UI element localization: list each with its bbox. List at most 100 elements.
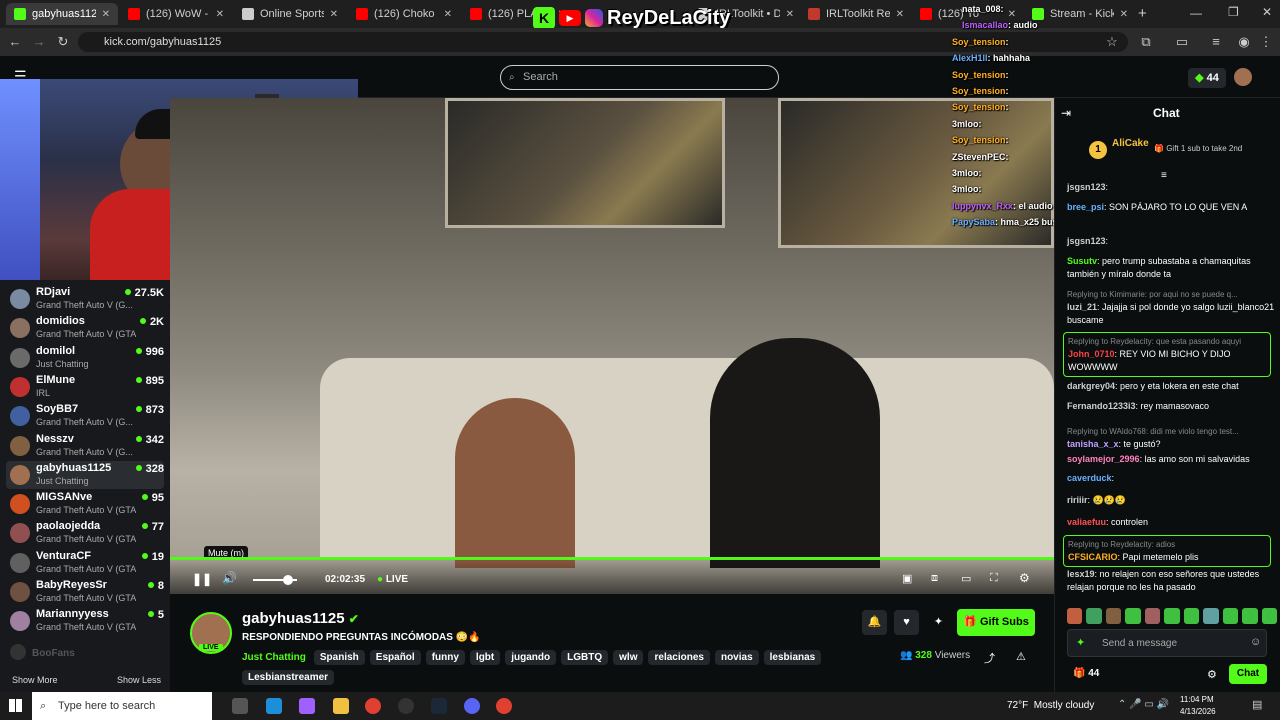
chat-username[interactable]: jsgsn123 <box>1067 182 1106 192</box>
theater-icon[interactable]: ▭ <box>961 572 971 585</box>
browser-tab[interactable]: IRLToolkit Remote✕ <box>800 3 912 25</box>
windows-start-icon[interactable] <box>9 699 22 712</box>
taskbar-search[interactable]: ⌕ Type here to search <box>32 692 212 720</box>
close-tab-icon[interactable]: ✕ <box>444 9 452 20</box>
extensions-icon[interactable]: ⧉ <box>1138 34 1154 50</box>
follow-heart-button[interactable]: ♥ <box>894 610 919 635</box>
clip-icon[interactable]: ⧈ <box>931 572 938 585</box>
collapse-chat-icon[interactable]: ⇥ <box>1061 106 1071 120</box>
pinned-user[interactable]: AliCake <box>1112 138 1149 149</box>
maximize-icon[interactable]: ❐ <box>1228 5 1239 19</box>
browser-tab[interactable]: (126) Choko - ZO✕ <box>348 3 460 25</box>
stream-tag[interactable]: funny <box>425 650 465 665</box>
chat-username[interactable]: luzi_21 <box>1067 302 1097 312</box>
search-input[interactable]: ⌕ Search <box>500 65 779 90</box>
browser-tab[interactable]: (126) WoW - Yk It✕ <box>120 3 232 25</box>
gift-subs-button[interactable]: 🎁 Gift Subs <box>957 609 1035 636</box>
stream-tag[interactable]: jugando <box>505 650 557 665</box>
sidebar-channel-item[interactable]: VenturaCF Grand Theft Auto V (GTA) 19 <box>6 549 164 577</box>
show-more-button[interactable]: Show More <box>12 675 58 685</box>
chat-username[interactable]: CFSICARIO <box>1068 552 1118 562</box>
stream-tag[interactable]: wlw <box>613 650 644 665</box>
chat-username[interactable]: ririiir <box>1067 495 1088 505</box>
chat-username[interactable]: John_0710 <box>1068 349 1115 359</box>
show-less-button[interactable]: Show Less <box>117 675 161 685</box>
chat-username[interactable]: lesx19 <box>1067 569 1095 579</box>
chat-username[interactable]: tanisha_x_x <box>1067 439 1119 449</box>
channel-points[interactable]: 🎁 44 <box>1073 668 1099 679</box>
browser-tab[interactable]: Online Sports Betti✕ <box>234 3 346 25</box>
close-window-icon[interactable]: ✕ <box>1262 5 1272 19</box>
discord-icon[interactable] <box>464 698 480 714</box>
emoji-icon[interactable]: ☺ <box>1250 636 1261 648</box>
close-tab-icon[interactable]: ✕ <box>102 9 110 20</box>
cast-icon[interactable]: ▭ <box>1174 34 1190 50</box>
forward-icon[interactable]: → <box>31 34 47 50</box>
chrome-active-icon[interactable] <box>496 698 512 714</box>
weather[interactable]: 72°F Mostly cloudy <box>1007 700 1094 711</box>
back-icon[interactable]: ← <box>7 34 23 50</box>
sidebar-channel-item[interactable]: BabyReyesSr Grand Theft Auto V (GTA) 8 <box>6 578 164 606</box>
sidebar-channel-item[interactable]: domilol Just Chatting 996 <box>6 344 164 372</box>
chat-username[interactable]: Fernando1233i3 <box>1067 401 1136 411</box>
streamer-name[interactable]: gabyhuas1125 ✔ <box>242 610 359 627</box>
sidebar-channel-item[interactable]: Mariannyyess Grand Theft Auto V (GTA) 5 <box>6 607 164 635</box>
volume-icon[interactable]: 🔊 <box>222 571 237 585</box>
obs-icon[interactable] <box>398 698 414 714</box>
edge-icon[interactable] <box>266 698 282 714</box>
chat-input[interactable]: ✦ Send a message ☺ <box>1067 629 1267 657</box>
explorer-icon[interactable] <box>333 698 349 714</box>
chrome-icon[interactable] <box>365 698 381 714</box>
share-icon[interactable]: ⤴ <box>984 650 995 666</box>
sidebar-channel-item[interactable]: RDjavi Grand Theft Auto V (G... 27.5K <box>6 285 164 313</box>
sidebar-channel-item[interactable]: SoyBB7 Grand Theft Auto V (G... 873 <box>6 402 164 430</box>
video-player[interactable]: Mute (m) ❚❚ 🔊 02:02:35 ● LIVE ▣ ⧈ ▭ ⛶ ⚙ <box>170 98 1054 594</box>
bookmark-star-icon[interactable]: ☆ <box>1104 34 1120 50</box>
copilot-icon[interactable] <box>299 698 315 714</box>
pause-icon[interactable]: ❚❚ <box>192 572 212 586</box>
stream-tag[interactable]: LGBTQ <box>561 650 609 665</box>
fullscreen-icon[interactable]: ⛶ <box>990 572 998 585</box>
close-tab-icon[interactable]: ✕ <box>1120 9 1128 20</box>
browser-menu-icon[interactable]: ⋮ <box>1258 34 1274 50</box>
stream-tag[interactable]: lgbt <box>469 650 501 665</box>
sidebar-channel-item[interactable]: paolaojedda Grand Theft Auto V (GTA) 77 <box>6 519 164 547</box>
notification-bell-button[interactable]: 🔔 <box>862 610 887 635</box>
notification-icon[interactable]: ▤ <box>1252 698 1262 711</box>
volume-slider[interactable] <box>253 575 297 585</box>
report-icon[interactable]: ⚠ <box>1016 650 1026 663</box>
chat-filter-icon[interactable]: ≡ <box>1161 170 1167 181</box>
sidebar-channel-item[interactable]: Nesszv Grand Theft Auto V (G... 342 <box>6 432 164 460</box>
close-tab-icon[interactable]: ✕ <box>330 9 338 20</box>
send-chat-button[interactable]: Chat <box>1229 664 1267 684</box>
close-tab-icon[interactable]: ✕ <box>786 9 794 20</box>
chat-settings-icon[interactable]: ⚙ <box>1207 668 1217 681</box>
user-avatar[interactable] <box>1234 68 1252 86</box>
sparkle-button[interactable]: ✦ <box>926 610 951 635</box>
chat-username[interactable]: caverduck <box>1067 473 1112 483</box>
sidebar-channel-item[interactable]: domidios Grand Theft Auto V (GTA) 2K <box>6 314 164 342</box>
new-tab-button[interactable]: + <box>1138 5 1147 22</box>
stream-tag[interactable]: lesbianas <box>763 650 822 665</box>
stream-tag[interactable]: relaciones <box>648 650 710 665</box>
pip-icon[interactable]: ▣ <box>902 572 912 585</box>
chat-username[interactable]: darkgrey04 <box>1067 381 1115 391</box>
steam-icon[interactable] <box>431 698 447 714</box>
browser-tab[interactable]: gabyhuas1125✕ <box>6 3 118 25</box>
chat-username[interactable]: bree_psi <box>1067 202 1104 212</box>
sidebar-channel-item[interactable]: ElMune IRL 895 <box>6 373 164 401</box>
settings-gear-icon[interactable]: ⚙ <box>1019 571 1030 585</box>
tag-extra[interactable]: Lesbianstreamer <box>242 670 339 685</box>
sidebar-channel-item[interactable]: gabyhuas1125 Just Chatting 328 <box>6 460 164 489</box>
chat-username[interactable]: soylamejor_2996 <box>1067 454 1140 464</box>
tray-icons[interactable]: ⌃ 🎤 ▭ 🔊 <box>1118 699 1169 710</box>
close-tab-icon[interactable]: ✕ <box>216 9 224 20</box>
minimize-icon[interactable]: — <box>1190 6 1202 20</box>
stream-tag[interactable]: novias <box>714 650 759 665</box>
chat-username[interactable]: jsgsn123 <box>1067 236 1106 246</box>
reload-icon[interactable]: ↻ <box>55 34 71 50</box>
menu-list-icon[interactable]: ≡ <box>1208 34 1224 50</box>
category-link[interactable]: Just Chatting <box>242 652 306 663</box>
chat-username[interactable]: Susutv <box>1067 256 1097 266</box>
boofans-item[interactable]: BooFans <box>10 644 75 660</box>
